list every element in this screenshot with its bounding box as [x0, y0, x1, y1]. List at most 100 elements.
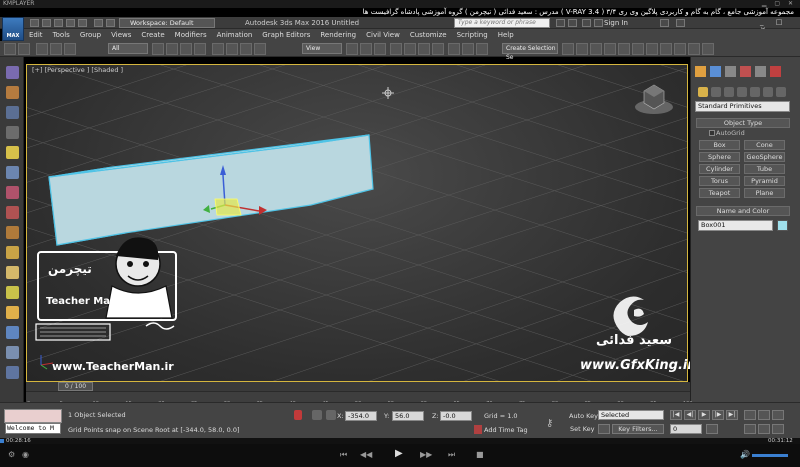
- sort-icon[interactable]: [6, 86, 19, 99]
- box-button[interactable]: Box: [699, 140, 740, 150]
- maxscript-listener[interactable]: [4, 409, 62, 423]
- menu-modifiers[interactable]: Modifiers: [170, 29, 212, 41]
- menu-tools[interactable]: Tools: [48, 29, 75, 41]
- hidden-icon[interactable]: [6, 326, 19, 339]
- lights-cat-icon[interactable]: [724, 87, 734, 97]
- angle-snap-icon[interactable]: [404, 43, 416, 55]
- spinner-snap-icon[interactable]: [432, 43, 444, 55]
- player-settings-icon[interactable]: ⚙: [8, 450, 15, 459]
- player-forward-icon[interactable]: ▶▶: [420, 450, 432, 459]
- play-icon[interactable]: ▶: [698, 410, 710, 420]
- time-slider-track[interactable]: [26, 382, 690, 391]
- window-controls[interactable]: ▁ ▢ ✕: [762, 0, 796, 8]
- x-coordinate-field[interactable]: -354.0: [345, 411, 377, 421]
- groups-icon[interactable]: [6, 226, 19, 239]
- manipulate-icon[interactable]: [360, 43, 372, 55]
- display-all-icon[interactable]: [6, 126, 19, 139]
- save-icon[interactable]: [54, 19, 63, 27]
- z-coordinate-field[interactable]: -0.0: [440, 411, 472, 421]
- y-coordinate-field[interactable]: 56.0: [392, 411, 424, 421]
- dropdown-icon[interactable]: [106, 19, 115, 27]
- user-icon[interactable]: [594, 19, 603, 27]
- sphere-button[interactable]: Sphere: [699, 152, 740, 162]
- time-config-icon[interactable]: [706, 424, 718, 434]
- autogrid-checkbox[interactable]: [709, 130, 715, 136]
- name-and-color-rollout[interactable]: Name and Color: [696, 206, 790, 216]
- cone-button[interactable]: Cone: [744, 140, 785, 150]
- player-prev-icon[interactable]: ⏮: [340, 450, 347, 460]
- viewcube-icon[interactable]: [635, 84, 673, 114]
- workspace-dropdown[interactable]: Workspace: Default: [119, 18, 215, 28]
- select-scale-icon[interactable]: [240, 43, 252, 55]
- search-input[interactable]: Type a keyword or phrase: [454, 18, 550, 28]
- lock-selection-icon[interactable]: [294, 410, 302, 420]
- add-time-tag-button[interactable]: Add Time Tag: [484, 426, 528, 434]
- undo-toolbar-icon[interactable]: [4, 43, 16, 55]
- object-color-swatch[interactable]: [777, 220, 788, 231]
- pan-icon[interactable]: [758, 424, 770, 434]
- particle-icon[interactable]: [6, 266, 19, 279]
- systems-cat-icon[interactable]: [776, 87, 786, 97]
- prev-frame-icon[interactable]: ◀|: [684, 410, 696, 420]
- curve-editor-icon[interactable]: [632, 43, 644, 55]
- rectangle-selection-icon[interactable]: [180, 43, 192, 55]
- zoom-extents-icon[interactable]: [772, 410, 784, 420]
- layer-explorer-icon[interactable]: [604, 43, 616, 55]
- cylinder-button[interactable]: Cylinder: [699, 164, 740, 174]
- display-none-icon[interactable]: [6, 106, 19, 119]
- render-icon[interactable]: [702, 43, 714, 55]
- motion-tab-icon[interactable]: [740, 66, 751, 77]
- select-object-icon[interactable]: [152, 43, 164, 55]
- current-frame-field[interactable]: 0: [670, 424, 702, 434]
- window-crossing-icon[interactable]: [194, 43, 206, 55]
- rendered-frame-icon[interactable]: [688, 43, 700, 55]
- player-play-icon[interactable]: ▶: [395, 448, 403, 459]
- pivot-icon[interactable]: [346, 43, 358, 55]
- percent-snap-icon[interactable]: [418, 43, 430, 55]
- key-filters-button[interactable]: Key Filters...: [612, 424, 664, 434]
- plane-button[interactable]: Plane: [744, 188, 785, 198]
- geometry-icon[interactable]: [698, 87, 708, 97]
- auto-key-button[interactable]: Auto Key: [569, 412, 598, 420]
- place-icon[interactable]: [254, 43, 266, 55]
- key-curve-icon[interactable]: [598, 424, 610, 434]
- help-icon[interactable]: [676, 19, 685, 27]
- max-app-button[interactable]: MAX: [2, 17, 24, 41]
- player-next-icon[interactable]: ⏭: [448, 450, 455, 460]
- mirror-icon[interactable]: [462, 43, 474, 55]
- goto-start-icon[interactable]: |◀: [670, 410, 682, 420]
- display-tab-icon[interactable]: [755, 66, 766, 77]
- new-icon[interactable]: [30, 19, 39, 27]
- shapes-icon[interactable]: [711, 87, 721, 97]
- material-editor-icon[interactable]: [660, 43, 672, 55]
- render-setup-icon[interactable]: [674, 43, 686, 55]
- zoom-icon[interactable]: [744, 410, 756, 420]
- schematic-view-icon[interactable]: [646, 43, 658, 55]
- menu-rendering[interactable]: Rendering: [315, 29, 361, 41]
- bone-icon[interactable]: [6, 246, 19, 259]
- search-icon[interactable]: [556, 19, 565, 27]
- pyramid-button[interactable]: Pyramid: [744, 176, 785, 186]
- binoculars-icon[interactable]: [568, 19, 577, 27]
- helpers-icon[interactable]: [6, 186, 19, 199]
- torus-button[interactable]: Torus: [699, 176, 740, 186]
- utilities-tab-icon[interactable]: [770, 66, 781, 77]
- player-volume-icon[interactable]: 🔊: [740, 450, 750, 459]
- project-icon[interactable]: [94, 19, 103, 27]
- fov-icon[interactable]: [744, 424, 756, 434]
- exchange-icon[interactable]: [660, 19, 669, 27]
- time-slider-handle[interactable]: 0 / 100: [58, 382, 93, 391]
- tube-button[interactable]: Tube: [744, 164, 785, 174]
- goto-end-icon[interactable]: ▶|: [726, 410, 738, 420]
- hierarchy-tab-icon[interactable]: [725, 66, 736, 77]
- isolate-selection-icon[interactable]: [312, 410, 322, 420]
- snap-toggle-icon[interactable]: [390, 43, 402, 55]
- set-key-button[interactable]: Set Key: [570, 425, 595, 433]
- modify-tab-icon[interactable]: [710, 66, 721, 77]
- reference-coordinate-dropdown[interactable]: View: [302, 43, 342, 54]
- scene-explorer-side-icon[interactable]: [6, 66, 19, 79]
- select-move-icon[interactable]: [212, 43, 224, 55]
- select-rotate-icon[interactable]: [226, 43, 238, 55]
- maxscript-output[interactable]: Welcome to M: [5, 423, 61, 434]
- graphite-ribbon-icon[interactable]: [618, 43, 630, 55]
